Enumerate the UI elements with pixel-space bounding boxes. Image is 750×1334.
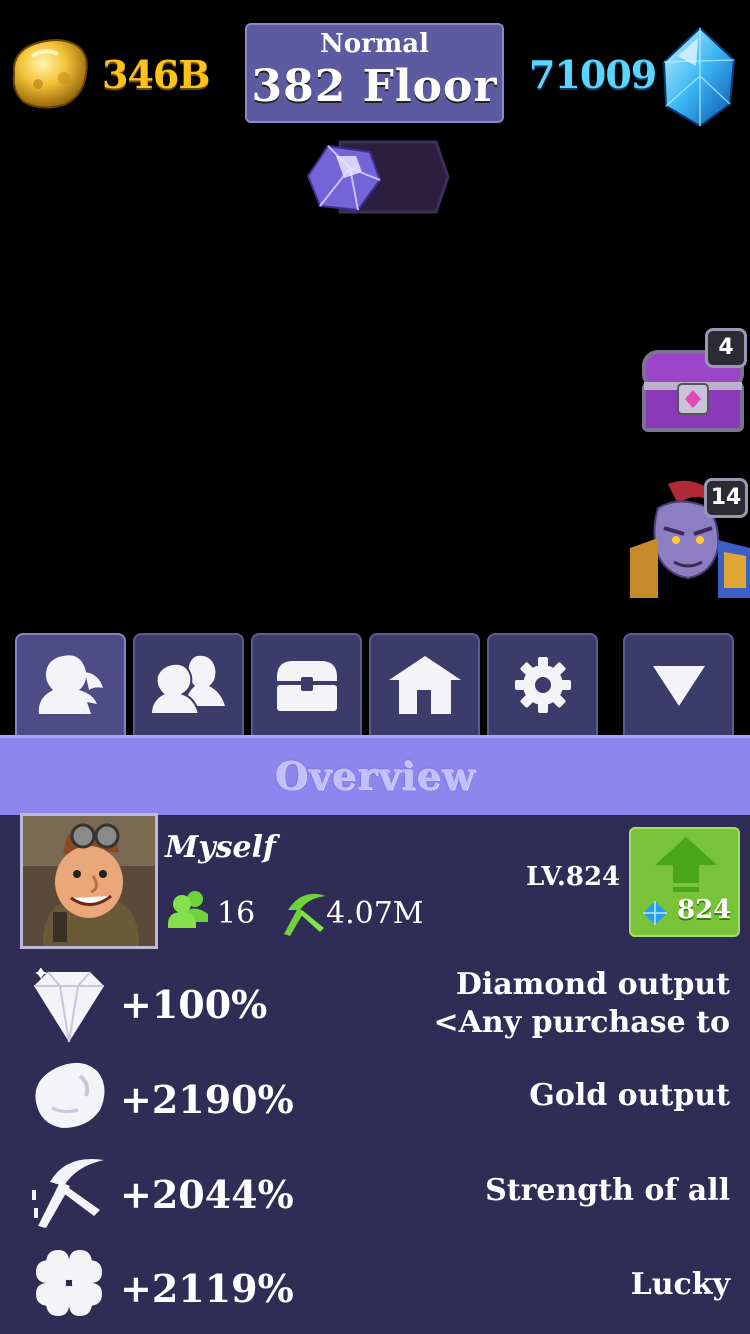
arrow-up-icon [655,837,717,892]
clover-icon [36,1250,102,1316]
pickaxe-icon [32,1158,104,1228]
player-name: Myself [165,830,276,865]
diamond-output-label: Diamond output <Any purchase to [433,967,731,1040]
gold-output-value: +2190% [120,1077,294,1122]
house-icon [388,656,461,714]
lucky-value: +2119% [120,1266,294,1311]
diamond-icon [643,901,667,925]
friends-icon [168,891,208,928]
overview-header: Overview [0,735,750,815]
floor-mode-label: Normal [319,29,430,59]
troll-count-badge: 14 [704,478,748,518]
gear-icon [514,657,571,713]
collapse-panel-button[interactable] [623,633,734,735]
avatar[interactable] [20,813,158,949]
chest-count-badge: 4 [705,328,747,368]
users-icon [149,655,225,715]
floor-panel[interactable]: Normal 382 Floor [245,23,504,123]
friends-count: 16 [217,896,256,931]
diamond-output-value: +100% [120,982,268,1027]
tab-profile[interactable] [15,633,126,735]
user-icon [38,655,103,714]
level-up-cost: 824 [677,895,732,925]
level-up-button[interactable]: 824 [629,827,740,937]
gold-nugget-icon [12,39,88,109]
tab-inventory[interactable] [251,633,362,735]
pickaxe-power-icon [284,893,326,936]
diamond-currency-icon [662,26,736,128]
tab-friends[interactable] [133,633,244,735]
chest-icon [276,661,337,711]
overview-title: Overview [274,753,476,798]
strength-label: Strength of all [485,1173,730,1208]
floor-number-label: 382 Floor [251,61,498,112]
power-value: 4.07M [326,896,424,931]
tab-settings[interactable] [487,633,598,735]
lucky-label: Lucky [630,1267,730,1302]
tab-home[interactable] [369,633,480,735]
gold-icon [35,1062,105,1128]
gold-amount: 346B [102,52,210,97]
diamond-icon [34,968,104,1043]
miner-portrait [23,816,155,946]
level-label: LV.824 [526,862,621,892]
crystal-boost-button[interactable] [300,138,450,216]
strength-value: +2044% [120,1172,294,1217]
triangle-down-icon [652,666,705,706]
gold-output-label: Gold output [529,1078,730,1113]
diamond-amount: 71009 [529,52,657,97]
